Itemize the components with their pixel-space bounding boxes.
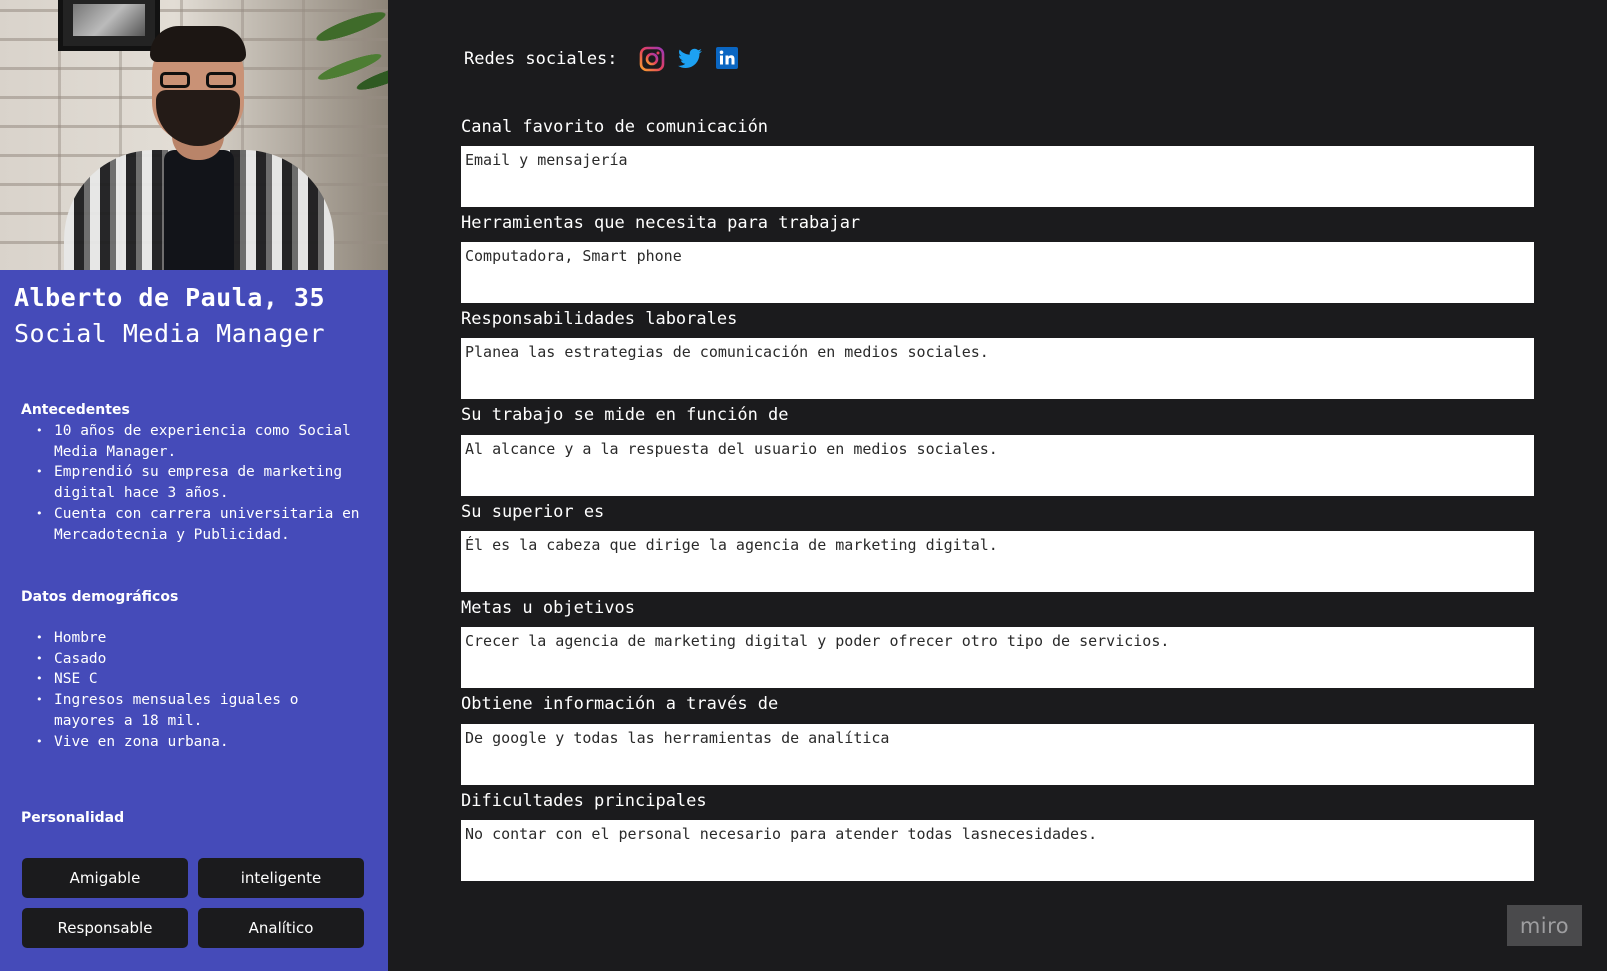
background-title: Antecedentes [21,402,130,418]
personality-title: Personalidad [21,810,125,826]
twitter-icon[interactable] [677,46,703,72]
list-item: Cuenta con carrera universitaria en Merc… [36,504,366,545]
tag-amigable[interactable]: Amigable [22,858,188,898]
list-item: Ingresos mensuales iguales o mayores a 1… [36,690,366,731]
demographics-list: Hombre Casado NSE C Ingresos mensuales i… [36,628,366,752]
field-value[interactable]: Él es la cabeza que dirige la agencia de… [461,531,1534,592]
field-value[interactable]: No contar con el personal necesario para… [461,820,1534,881]
list-item: Casado [36,649,366,670]
field-value[interactable]: Computadora, Smart phone [461,242,1534,303]
field-label: Dificultades principales [461,791,707,811]
field-label: Su trabajo se mide en función de [461,405,789,425]
tag-responsable[interactable]: Responsable [22,908,188,948]
persona-panel: Alberto de Paula, 35 Social Media Manage… [0,0,388,971]
field-label: Herramientas que necesita para trabajar [461,213,861,233]
social-networks: Redes sociales: [464,46,753,72]
field-label: Metas u objetivos [461,598,635,618]
persona-photo [0,0,388,270]
field-label: Su superior es [461,502,605,522]
persona-name: Alberto de Paula, 35 [14,283,326,312]
field-label: Canal favorito de comunicación [461,117,769,137]
social-label: Redes sociales: [464,49,618,69]
field-value[interactable]: Planea las estrategias de comunicación e… [461,338,1534,399]
list-item: 10 años de experiencia como Social Media… [36,421,366,462]
linkedin-icon[interactable] [715,46,741,72]
field-value[interactable]: Crecer la agencia de marketing digital y… [461,627,1534,688]
field-label: Obtiene información a través de [461,694,779,714]
field-label: Responsabilidades laborales [461,309,738,329]
miro-watermark: miro [1507,905,1582,946]
persona-board: Alberto de Paula, 35 Social Media Manage… [0,0,1607,971]
list-item: Emprendió su empresa de marketing digita… [36,462,366,503]
persona-details: Redes sociales: Canal favorito de comuni… [388,0,1607,971]
field-value[interactable]: De google y todas las herramientas de an… [461,724,1534,785]
field-value[interactable]: Email y mensajería [461,146,1534,207]
list-item: Vive en zona urbana. [36,732,366,753]
background-list: 10 años de experiencia como Social Media… [36,421,366,545]
list-item: Hombre [36,628,366,649]
instagram-icon[interactable] [639,46,665,72]
persona-role: Social Media Manager [14,319,326,348]
personality-tags: Amigable inteligente Responsable Analíti… [22,858,368,948]
list-item: NSE C [36,669,366,690]
demographics-title: Datos demográficos [21,589,179,605]
field-value[interactable]: Al alcance y a la respuesta del usuario … [461,435,1534,496]
tag-inteligente[interactable]: inteligente [198,858,364,898]
tag-analitico[interactable]: Analítico [198,908,364,948]
